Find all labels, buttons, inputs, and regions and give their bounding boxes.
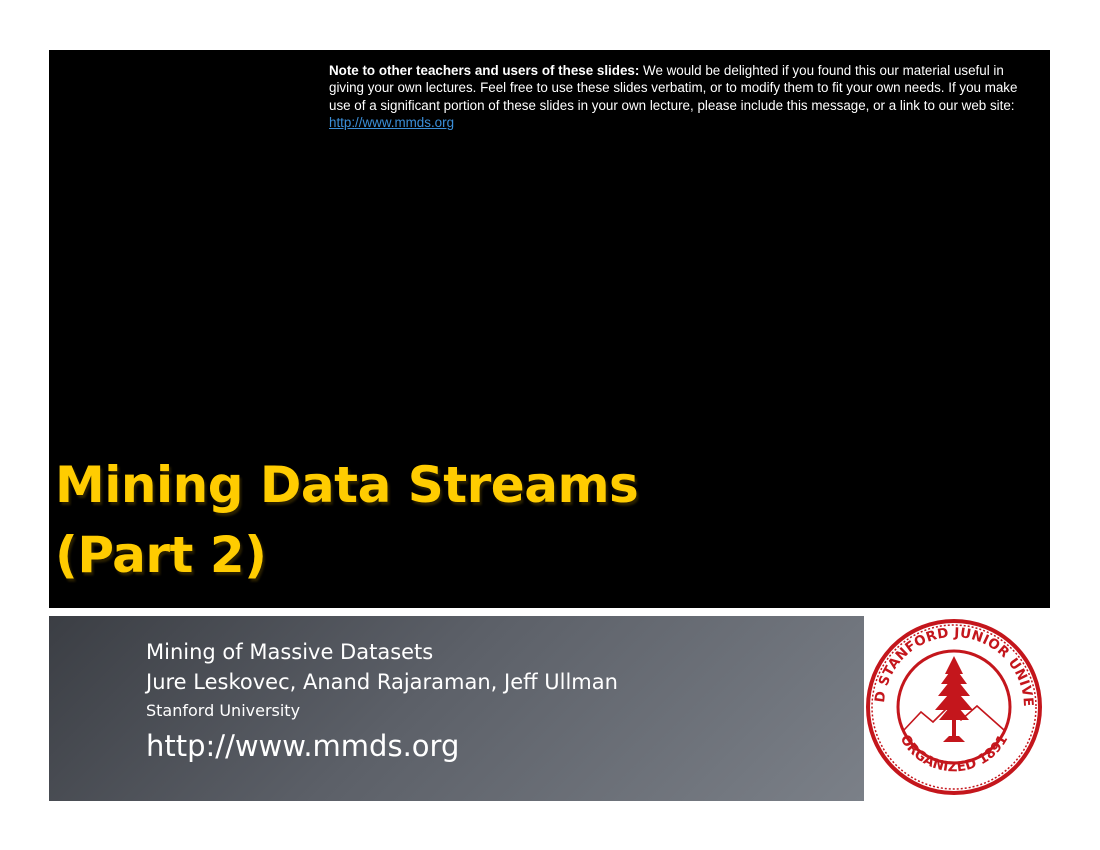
title-line-2: (Part 2)	[55, 526, 267, 584]
course-info: Mining of Massive Datasets Jure Leskovec…	[146, 637, 618, 766]
slide-title: Mining Data Streams (Part 2)	[55, 450, 639, 590]
authors: Jure Leskovec, Anand Rajaraman, Jeff Ull…	[146, 670, 618, 694]
note-link[interactable]: http://www.mmds.org	[329, 115, 454, 130]
teacher-note: Note to other teachers and users of thes…	[329, 62, 1041, 132]
stanford-seal-icon: LELAND STANFORD JUNIOR UNIVERSITY ORGANI…	[859, 612, 1042, 795]
title-line-1: Mining Data Streams	[55, 456, 639, 514]
affiliation: Stanford University	[146, 701, 301, 720]
website-url[interactable]: http://www.mmds.org	[146, 726, 618, 766]
slide: Note to other teachers and users of thes…	[0, 0, 1100, 850]
course-name: Mining of Massive Datasets	[146, 640, 434, 664]
note-label: Note to other teachers and users of thes…	[329, 63, 640, 78]
